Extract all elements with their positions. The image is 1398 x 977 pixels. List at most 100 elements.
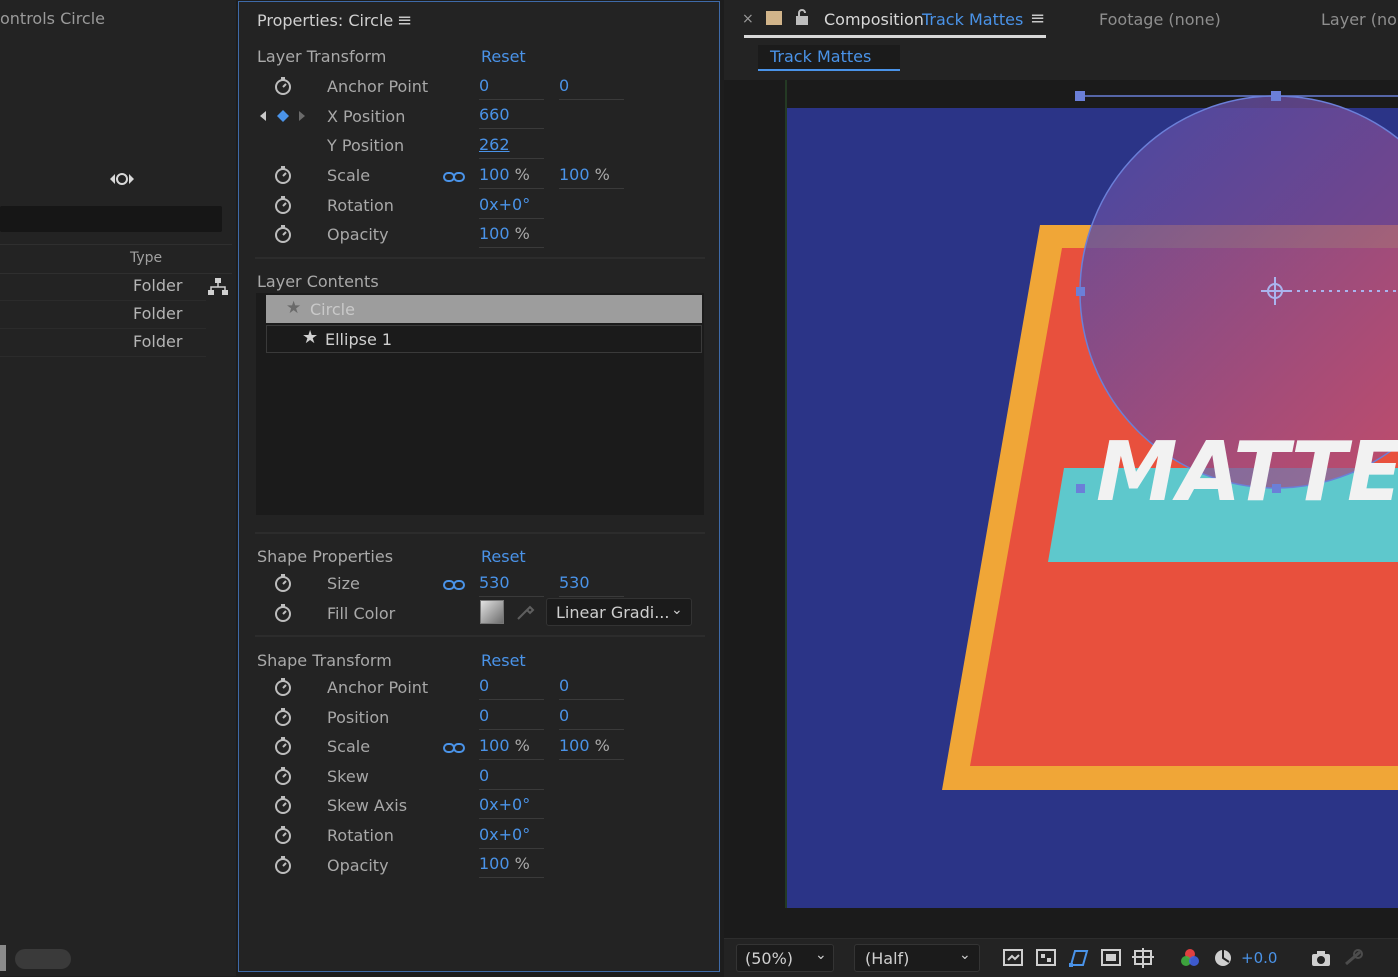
stopwatch-icon[interactable] — [273, 766, 293, 790]
stopwatch-icon[interactable] — [273, 795, 293, 819]
opacity-value[interactable]: 100 — [479, 224, 510, 243]
flowchart-icon[interactable] — [207, 277, 229, 301]
shape-transform-reset[interactable]: Reset — [481, 651, 526, 670]
reset-exposure-icon[interactable] — [1213, 948, 1233, 972]
shape-properties-reset[interactable]: Reset — [481, 547, 526, 566]
link-icon[interactable] — [107, 170, 137, 192]
panel-menu-icon[interactable]: ≡ — [397, 10, 412, 31]
keyframe-navigator[interactable] — [258, 108, 308, 128]
close-icon[interactable]: × — [742, 11, 754, 27]
field-underline — [479, 596, 544, 597]
grid-guides-icon[interactable] — [1132, 948, 1154, 972]
section-shape-transform: Shape Transform — [257, 651, 392, 670]
stopwatch-icon[interactable] — [273, 224, 293, 248]
y-position-value[interactable]: 262 — [479, 135, 510, 154]
lock-icon[interactable] — [795, 8, 809, 30]
x-position-label: X Position — [327, 107, 406, 126]
horizontal-scrollbar[interactable] — [15, 949, 71, 969]
show-snapshot-icon[interactable] — [1342, 948, 1364, 972]
rotation-value[interactable]: 0x+0° — [479, 195, 530, 214]
region-of-interest-icon[interactable] — [1100, 948, 1122, 972]
fill-type-dropdown[interactable]: Linear Gradi... ⌄ — [546, 598, 692, 626]
constrain-link-icon[interactable] — [443, 739, 465, 758]
fill-color-swatch[interactable] — [480, 600, 504, 624]
shape-opacity-value[interactable]: 100 — [479, 854, 510, 873]
layer-tab[interactable]: Layer (nor — [1321, 10, 1398, 29]
search-input[interactable] — [0, 206, 222, 232]
size-width[interactable]: 530 — [479, 573, 510, 592]
skew-axis-value[interactable]: 0x+0° — [479, 795, 530, 814]
anchor-point-y[interactable]: 0 — [559, 76, 569, 95]
opacity-label: Opacity — [327, 225, 389, 244]
stopwatch-icon[interactable] — [273, 195, 293, 219]
transparency-grid-icon[interactable] — [1035, 948, 1057, 972]
composition-tab-name[interactable]: Track Mattes — [922, 10, 1023, 29]
x-position-value[interactable]: 660 — [479, 105, 510, 124]
shape-scale-label: Scale — [327, 737, 371, 756]
type-column-header[interactable]: Type — [130, 250, 162, 266]
transform-handle — [1075, 91, 1085, 101]
type-cell: Folder — [133, 332, 183, 351]
composition-viewer[interactable]: MATTE — [724, 80, 1398, 938]
stopwatch-icon[interactable] — [273, 677, 293, 701]
stopwatch-icon[interactable] — [273, 76, 293, 100]
composition-tab-prefix[interactable]: Composition — [824, 10, 924, 29]
transform-handle — [1271, 91, 1281, 101]
composition-subtab-label: Track Mattes — [770, 47, 872, 66]
fast-previews-icon[interactable] — [1002, 948, 1024, 972]
shape-anchor-x[interactable]: 0 — [479, 676, 489, 695]
unit: % — [514, 854, 530, 873]
composition-canvas[interactable]: MATTE — [724, 80, 1398, 938]
stopwatch-icon[interactable] — [273, 855, 293, 879]
field-underline — [559, 188, 624, 189]
panel-menu-icon[interactable]: ≡ — [1030, 8, 1045, 29]
stopwatch-icon[interactable] — [273, 573, 293, 597]
scale-y-value[interactable]: 100 — [559, 165, 590, 184]
section-layer-transform: Layer Transform — [257, 47, 387, 66]
scrollbar-edge[interactable] — [0, 945, 6, 971]
field-underline — [479, 218, 544, 219]
opacity: 100 % — [479, 224, 530, 243]
mask-visibility-icon[interactable] — [1067, 948, 1089, 972]
shape-position-x[interactable]: 0 — [479, 706, 489, 725]
list-item-selected[interactable]: ★ Circle — [266, 295, 702, 323]
stopwatch-icon[interactable] — [273, 707, 293, 731]
shape-scale-y-value[interactable]: 100 — [559, 736, 590, 755]
camera-icon[interactable] — [1310, 948, 1332, 972]
unit: % — [514, 736, 530, 755]
channels-icon[interactable] — [1179, 948, 1201, 972]
properties-panel: Properties: Circle ≡ Layer Transform Res… — [238, 1, 720, 972]
layer-transform-reset[interactable]: Reset — [481, 47, 526, 66]
anchor-point-x[interactable]: 0 — [479, 76, 489, 95]
field-underline — [479, 729, 544, 730]
anchor-point-label: Anchor Point — [327, 77, 429, 96]
list-item[interactable]: Folder — [0, 329, 206, 357]
composition-subtab[interactable]: Track Mattes — [758, 45, 900, 71]
transform-handle — [1076, 287, 1085, 296]
zoom-dropdown[interactable]: (50%) ⌄ — [736, 944, 834, 972]
shape-anchor-y[interactable]: 0 — [559, 676, 569, 695]
resolution-dropdown[interactable]: (Half) ⌄ — [854, 944, 980, 972]
scale-y: 100 % — [559, 165, 610, 184]
stopwatch-icon[interactable] — [273, 825, 293, 849]
zoom-value: (50%) — [745, 949, 794, 968]
size-height[interactable]: 530 — [559, 573, 590, 592]
constrain-link-icon[interactable] — [443, 168, 465, 187]
eyedropper-icon[interactable] — [515, 600, 537, 626]
constrain-link-icon[interactable] — [443, 576, 465, 595]
stopwatch-icon[interactable] — [273, 736, 293, 760]
stopwatch-icon[interactable] — [273, 165, 293, 189]
footage-tab[interactable]: Footage (none) — [1099, 10, 1221, 29]
star-icon: ★ — [302, 327, 319, 348]
shape-rotation-value[interactable]: 0x+0° — [479, 825, 530, 844]
exposure-value[interactable]: +0.0 — [1241, 949, 1277, 967]
shape-position-y[interactable]: 0 — [559, 706, 569, 725]
list-item[interactable]: Folder — [0, 301, 206, 329]
shape-scale-x-value[interactable]: 100 — [479, 736, 510, 755]
skew-value[interactable]: 0 — [479, 766, 489, 785]
scale-x-value[interactable]: 100 — [479, 165, 510, 184]
stopwatch-icon[interactable] — [273, 603, 293, 627]
transform-handle — [1076, 484, 1085, 493]
list-item[interactable]: Folder — [0, 273, 206, 301]
list-item[interactable]: ★ Ellipse 1 — [266, 325, 702, 353]
